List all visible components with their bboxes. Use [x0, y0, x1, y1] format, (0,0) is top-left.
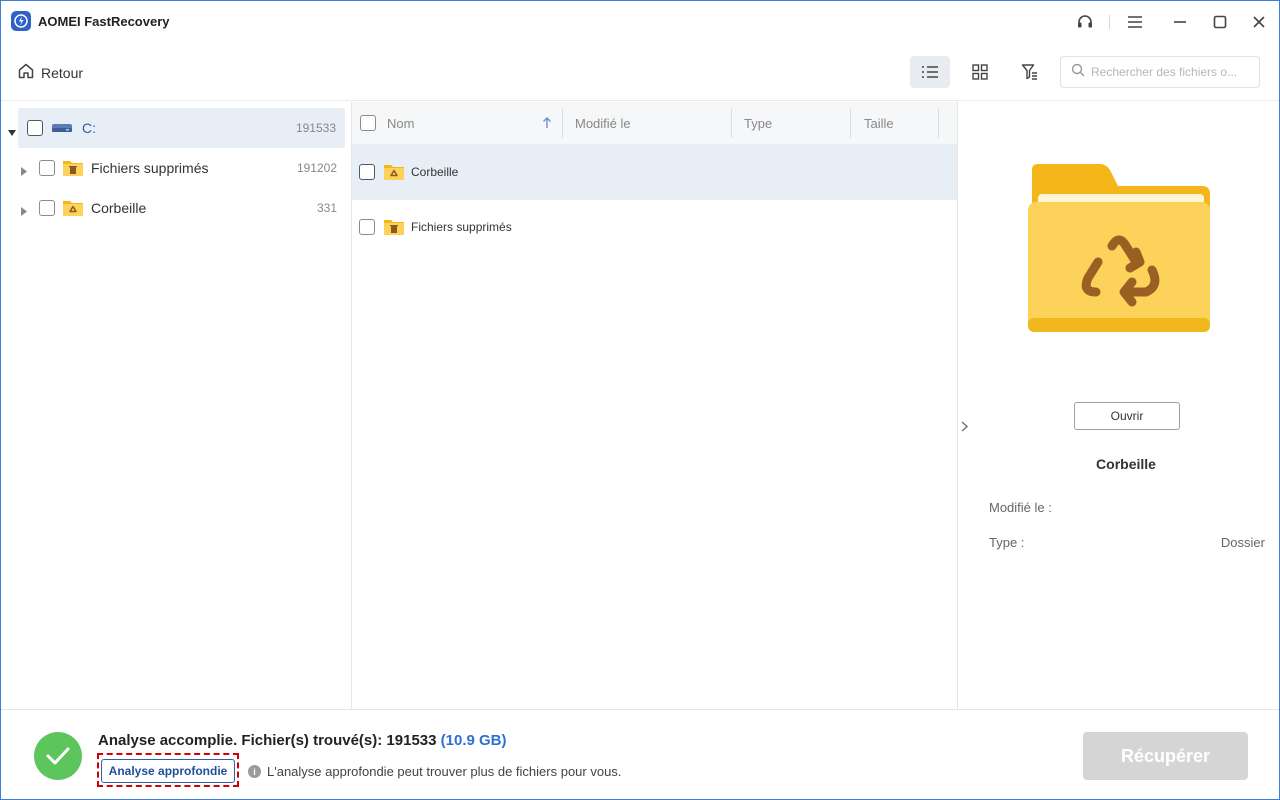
- maximize-icon[interactable]: [1207, 9, 1233, 35]
- column-header-modifie[interactable]: Modifié le: [575, 102, 730, 144]
- trash-folder-icon: [62, 158, 84, 178]
- column-label: Nom: [387, 115, 415, 131]
- title-bar: AOMEI FastRecovery: [1, 1, 1279, 43]
- collapse-panel-button[interactable]: [958, 419, 970, 433]
- app-window: AOMEI FastRecovery Retour Rechercher des…: [0, 0, 1280, 800]
- tree-item-label: Fichiers supprimés: [91, 160, 209, 176]
- app-logo-icon: [11, 11, 31, 31]
- row-checkbox[interactable]: [359, 219, 375, 235]
- recycle-folder-icon: [383, 162, 405, 182]
- grid-view-icon: [972, 64, 988, 80]
- tree-item-count: 191533: [295, 121, 336, 135]
- home-icon: [17, 62, 35, 85]
- tree-item-corbeille[interactable]: Corbeille 331: [1, 188, 346, 228]
- expand-caret-icon[interactable]: [8, 124, 16, 142]
- check-icon: [34, 732, 82, 780]
- column-header-type[interactable]: Type: [744, 102, 849, 144]
- column-divider[interactable]: [731, 108, 732, 138]
- column-divider[interactable]: [850, 108, 851, 138]
- list-header: Nom Modifié le Type Taille: [352, 102, 957, 144]
- row-name: Corbeille: [411, 165, 459, 179]
- menu-icon[interactable]: [1122, 9, 1148, 35]
- filter-button[interactable]: [1010, 56, 1050, 88]
- tree-item-label: C:: [82, 120, 96, 136]
- filter-icon: [1021, 64, 1037, 80]
- collapse-caret-icon[interactable]: [21, 163, 27, 181]
- deep-scan-highlight: Analyse approfondie: [97, 753, 239, 787]
- row-name: Fichiers supprimés: [411, 220, 512, 234]
- tree-item-count: 331: [316, 201, 337, 215]
- select-all-checkbox[interactable]: [360, 115, 376, 131]
- open-button[interactable]: Ouvrir: [1074, 402, 1180, 430]
- search-box[interactable]: [1060, 56, 1260, 88]
- deep-scan-hint: i L'analyse approfondie peut trouver plu…: [248, 764, 621, 779]
- file-list: Nom Modifié le Type Taille Corbeille Fic…: [352, 102, 957, 709]
- modified-label: Modifié le :: [989, 500, 1052, 515]
- trash-folder-icon: [383, 217, 405, 237]
- app-title: AOMEI FastRecovery: [38, 14, 170, 29]
- scan-complete-message: Analyse accomplie. Fichier(s) trouvé(s):…: [98, 732, 507, 749]
- tree-checkbox[interactable]: [39, 200, 55, 216]
- column-header-taille[interactable]: Taille: [864, 102, 936, 144]
- tree-checkbox[interactable]: [39, 160, 55, 176]
- collapse-caret-icon[interactable]: [21, 203, 27, 221]
- chevron-right-icon: [960, 420, 968, 432]
- list-view-button[interactable]: [910, 56, 950, 88]
- back-button[interactable]: Retour: [17, 61, 83, 85]
- list-row-fichiers-supprimes[interactable]: Fichiers supprimés: [352, 199, 957, 255]
- tree-item-fichiers-supprimes[interactable]: Fichiers supprimés 191202: [1, 148, 346, 188]
- tree-item-label: Corbeille: [91, 200, 147, 216]
- scan-result-text: Analyse accomplie. Fichier(s) trouvé(s):…: [98, 732, 437, 749]
- headset-icon[interactable]: [1072, 9, 1098, 35]
- row-checkbox[interactable]: [359, 164, 375, 180]
- recycle-folder-icon: [62, 198, 84, 218]
- deep-scan-button[interactable]: Analyse approfondie: [101, 759, 235, 783]
- large-recycle-folder-icon: [1026, 164, 1212, 339]
- column-header-nom[interactable]: Nom: [387, 102, 562, 144]
- minimize-icon[interactable]: [1167, 9, 1193, 35]
- toolbar: Retour: [1, 43, 1279, 101]
- close-icon[interactable]: [1246, 9, 1272, 35]
- drive-icon: [51, 122, 73, 134]
- type-value: Dossier: [1220, 535, 1265, 550]
- list-view-icon: [922, 66, 938, 78]
- tree-item-count: 191202: [296, 161, 337, 175]
- folder-tree: C: 191533 Fichiers supprimés 191202 Corb…: [1, 102, 352, 709]
- grid-view-button[interactable]: [960, 56, 1000, 88]
- hint-text: L'analyse approfondie peut trouver plus …: [267, 764, 622, 779]
- tree-item-c-drive[interactable]: C: 191533: [8, 108, 345, 148]
- list-row-corbeille[interactable]: Corbeille: [352, 144, 957, 200]
- column-divider[interactable]: [562, 108, 563, 138]
- type-label: Type :: [989, 535, 1025, 550]
- info-icon: i: [248, 765, 261, 778]
- recover-button[interactable]: Récupérer: [1083, 732, 1248, 780]
- status-bar: Analyse accomplie. Fichier(s) trouvé(s):…: [1, 709, 1279, 799]
- preview-file-name: Corbeille: [1096, 456, 1156, 472]
- title-separator: [1109, 15, 1110, 29]
- preview-panel: Ouvrir Corbeille Modifié le : Type : Dos…: [957, 102, 1279, 709]
- tree-checkbox[interactable]: [27, 120, 43, 136]
- back-label: Retour: [41, 65, 84, 81]
- search-input[interactable]: [1091, 65, 1241, 79]
- scan-size: (10.9 GB): [440, 732, 507, 749]
- search-icon: [1071, 63, 1085, 82]
- column-divider[interactable]: [938, 108, 939, 138]
- sort-ascending-icon: [542, 117, 552, 132]
